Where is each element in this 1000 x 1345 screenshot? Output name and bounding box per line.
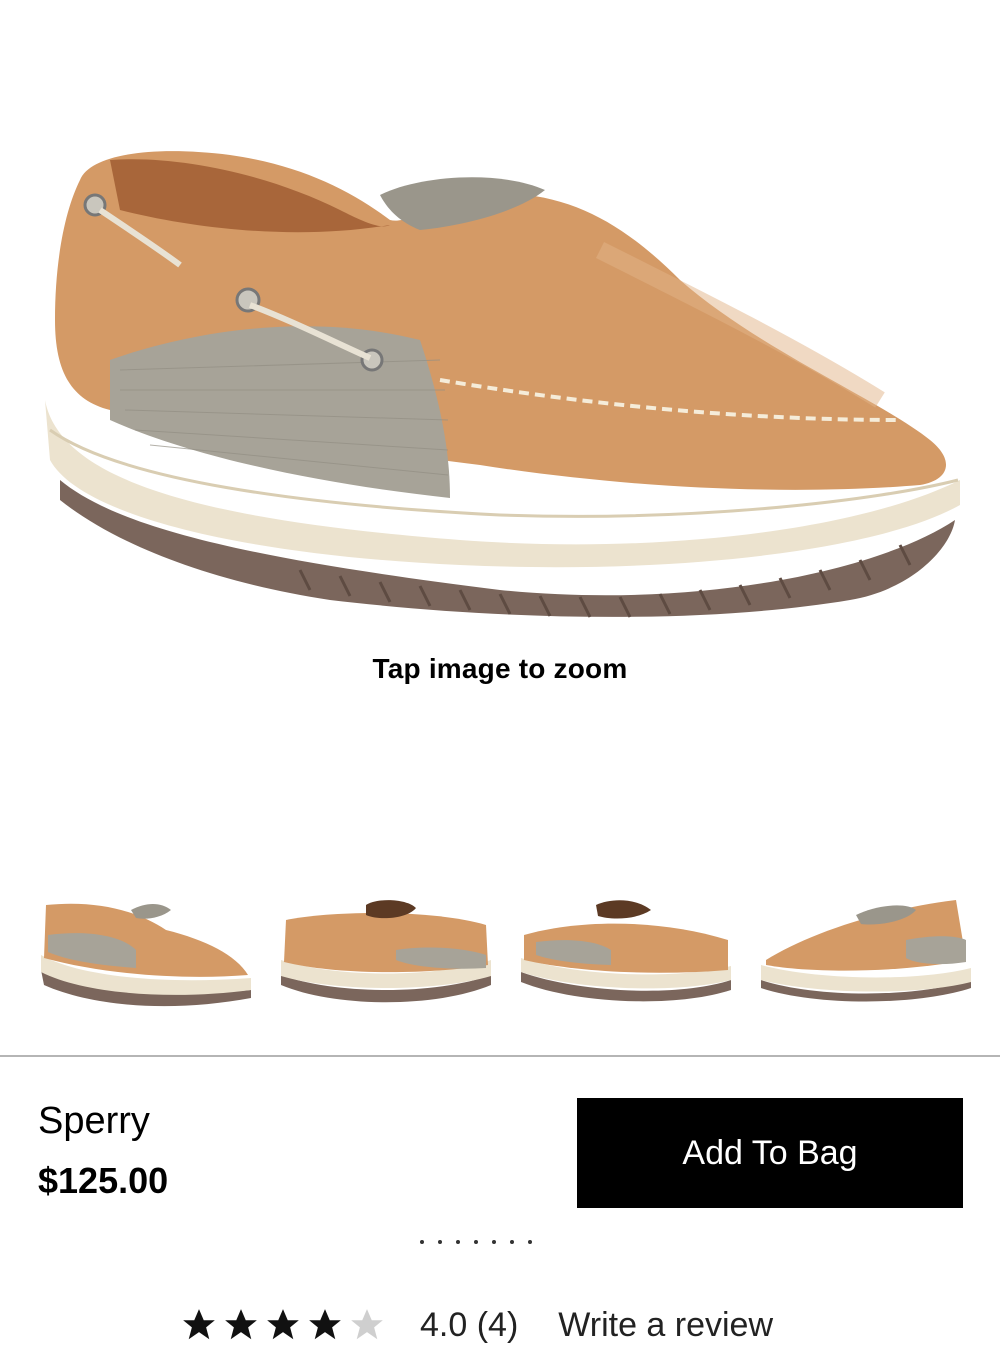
star-rating [180,1306,390,1344]
pager-dots [420,1240,580,1254]
zoom-hint: Tap image to zoom [372,653,628,684]
star-filled-icon [225,1309,257,1340]
rating-row: 4.0 (4) Write a review [180,1305,773,1345]
main-product-image[interactable] [0,100,1000,640]
thumbnail-strip [36,880,971,1020]
add-to-bag-button[interactable]: Add To Bag [577,1098,963,1208]
write-review-link[interactable]: Write a review [558,1306,773,1345]
product-brand: Sperry [38,1100,150,1142]
thumbnail-1[interactable] [36,880,258,1020]
thumbnail-4[interactable] [756,880,978,1020]
star-filled-icon [309,1309,341,1340]
star-empty-icon [351,1309,383,1340]
thumbnail-2[interactable] [276,880,498,1020]
thumbnail-3[interactable] [516,880,738,1020]
star-filled-icon [183,1309,215,1340]
star-filled-icon [267,1309,299,1340]
rating-text: 4.0 (4) [420,1305,519,1344]
product-price: $125.00 [38,1160,169,1201]
